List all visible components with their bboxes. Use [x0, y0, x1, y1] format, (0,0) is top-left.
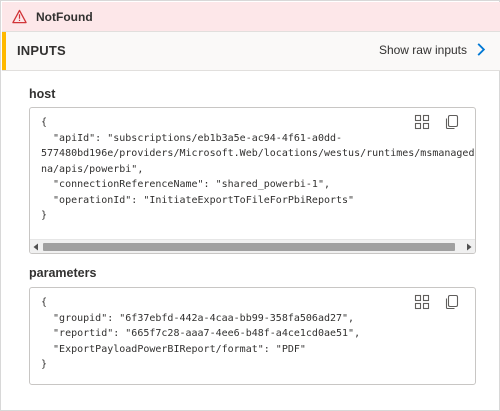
host-code-box[interactable]: { "apiId": "subscriptions/eb1b3a5e-ac94-… — [29, 107, 476, 254]
scrollbar-thumb[interactable] — [43, 243, 455, 251]
run-details-panel: NotFound INPUTS Show raw inputs host { "… — [0, 0, 500, 411]
show-raw-inputs-button[interactable]: Show raw inputs — [379, 42, 486, 57]
chevron-right-icon — [477, 43, 486, 56]
inputs-section-header[interactable]: INPUTS Show raw inputs — [2, 31, 500, 71]
expand-grid-icon[interactable] — [414, 114, 430, 130]
parameters-label: parameters — [29, 266, 97, 280]
copy-icon[interactable] — [444, 114, 460, 130]
warning-triangle-icon — [12, 9, 27, 24]
show-raw-inputs-label: Show raw inputs — [378, 42, 467, 57]
host-label: host — [29, 87, 56, 101]
scroll-right-arrow-icon[interactable] — [465, 243, 473, 251]
expand-grid-icon[interactable] — [414, 294, 430, 310]
parameters-code: { "groupid": "6f37ebfd-442a-4caa-bb99-35… — [41, 297, 361, 370]
error-title: NotFound — [36, 9, 93, 24]
horizontal-scrollbar[interactable] — [30, 239, 475, 253]
parameters-code-box[interactable]: { "groupid": "6f37ebfd-442a-4caa-bb99-35… — [29, 287, 476, 385]
inputs-title: INPUTS — [17, 43, 66, 58]
inputs-accent-bar — [2, 32, 6, 70]
error-banner: NotFound — [2, 2, 500, 31]
host-code: { "apiId": "subscriptions/eb1b3a5e-ac94-… — [41, 117, 475, 221]
copy-icon[interactable] — [444, 294, 460, 310]
scroll-left-arrow-icon[interactable] — [32, 243, 40, 251]
